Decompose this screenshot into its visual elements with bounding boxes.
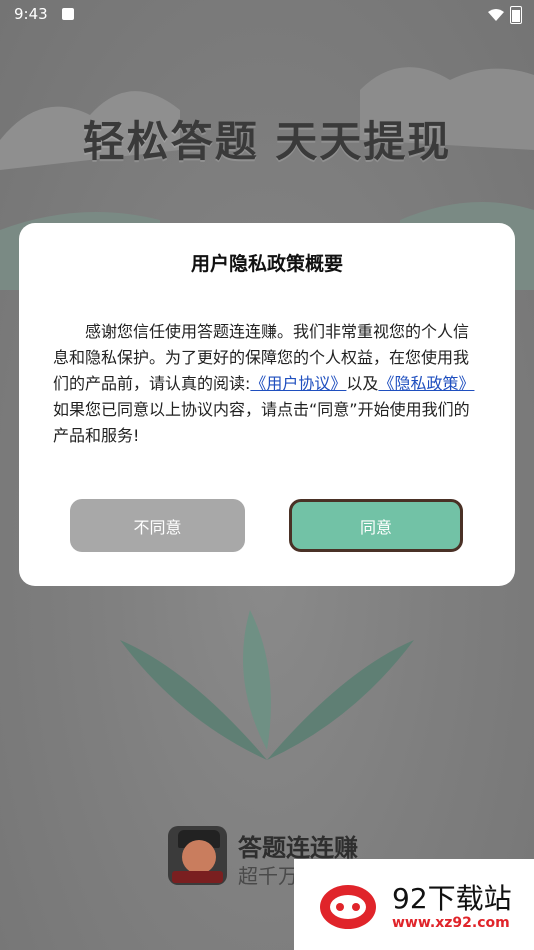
app-subtitle: 超千万 [238, 864, 298, 888]
disagree-button[interactable]: 不同意 [70, 499, 245, 552]
battery-icon [510, 6, 522, 24]
notification-icon [62, 8, 74, 20]
dialog-text-3: 如果您已同意以上协议内容，请点击“同意”开始使用我们的产品和服务! [53, 400, 470, 445]
watermark-url: www.xz92.com [392, 915, 510, 931]
watermark-text: 92下载站 [392, 882, 512, 915]
watermark: 92下载站 www.xz92.com [294, 859, 534, 950]
privacy-dialog: 用户隐私政策概要 感谢您信任使用答题连连赚。我们非常重视您的个人信息和隐私保护。… [19, 223, 515, 586]
dialog-text-2: 以及 [346, 374, 379, 393]
app-logo-icon [168, 826, 227, 885]
app-name: 答题连连赚 [238, 834, 358, 862]
privacy-policy-link[interactable]: 《隐私政策》 [378, 374, 474, 393]
wifi-icon [488, 9, 504, 21]
status-bar: 9:43 [0, 0, 534, 28]
watermark-logo-icon [320, 885, 376, 929]
agree-button[interactable]: 同意 [289, 499, 463, 552]
status-time: 9:43 [14, 5, 48, 23]
dialog-title: 用户隐私政策概要 [190, 253, 343, 275]
dialog-body: 感谢您信任使用答题连连赚。我们非常重视您的个人信息和隐私保护。为了更好的保障您的… [53, 319, 481, 449]
hero-title: 轻松答题 天天提现 [82, 117, 452, 166]
user-agreement-link[interactable]: 《用户协议》 [250, 374, 346, 393]
